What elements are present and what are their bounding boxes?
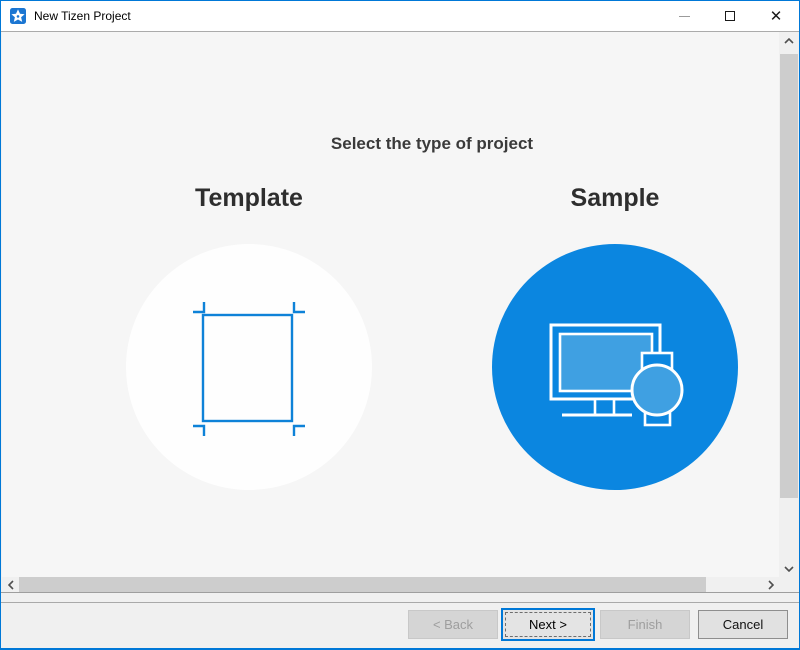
sample-option-label: Sample bbox=[492, 184, 738, 213]
next-button-focus-rect: Next > bbox=[505, 612, 591, 637]
scroll-up-button[interactable] bbox=[779, 32, 799, 49]
chevron-up-icon bbox=[784, 38, 794, 44]
next-button[interactable]: Next > bbox=[501, 608, 595, 641]
page-title: Select the type of project bbox=[232, 134, 632, 154]
minimize-icon bbox=[679, 16, 690, 17]
horizontal-scrollbar[interactable] bbox=[2, 577, 779, 592]
template-option-label: Template bbox=[126, 184, 372, 213]
titlebar: New Tizen Project ✕ bbox=[1, 1, 799, 31]
chevron-left-icon bbox=[8, 580, 14, 590]
template-option-button[interactable] bbox=[126, 244, 372, 490]
monitor-and-watch-icon bbox=[492, 244, 738, 490]
vertical-scrollbar[interactable] bbox=[779, 32, 799, 577]
wizard-window: New Tizen Project ✕ Select the type of p… bbox=[0, 0, 800, 650]
close-icon: ✕ bbox=[770, 9, 783, 24]
maximize-icon bbox=[725, 11, 735, 21]
close-button[interactable]: ✕ bbox=[753, 1, 799, 31]
horizontal-scrollbar-thumb[interactable] bbox=[19, 577, 706, 592]
vertical-scrollbar-thumb[interactable] bbox=[780, 54, 798, 498]
window-controls: ✕ bbox=[661, 1, 799, 31]
sample-option-button[interactable] bbox=[492, 244, 738, 490]
window-title: New Tizen Project bbox=[34, 9, 131, 23]
chevron-right-icon bbox=[768, 580, 774, 590]
scroll-down-button[interactable] bbox=[779, 560, 799, 577]
scroll-right-button[interactable] bbox=[762, 577, 779, 592]
content-bottom-border bbox=[1, 592, 799, 593]
template-crop-marks-icon bbox=[126, 244, 372, 490]
finish-button[interactable]: Finish bbox=[600, 610, 690, 639]
scroll-left-button[interactable] bbox=[2, 577, 19, 592]
chevron-down-icon bbox=[784, 566, 794, 572]
cancel-button[interactable]: Cancel bbox=[698, 610, 788, 639]
wizard-content: Select the type of project Template Samp… bbox=[2, 32, 779, 577]
maximize-button[interactable] bbox=[707, 1, 753, 31]
tizen-logo-icon bbox=[10, 8, 26, 24]
back-button[interactable]: < Back bbox=[408, 610, 498, 639]
button-bar: < Back Next > Finish Cancel bbox=[1, 603, 799, 648]
minimize-button[interactable] bbox=[661, 1, 707, 31]
